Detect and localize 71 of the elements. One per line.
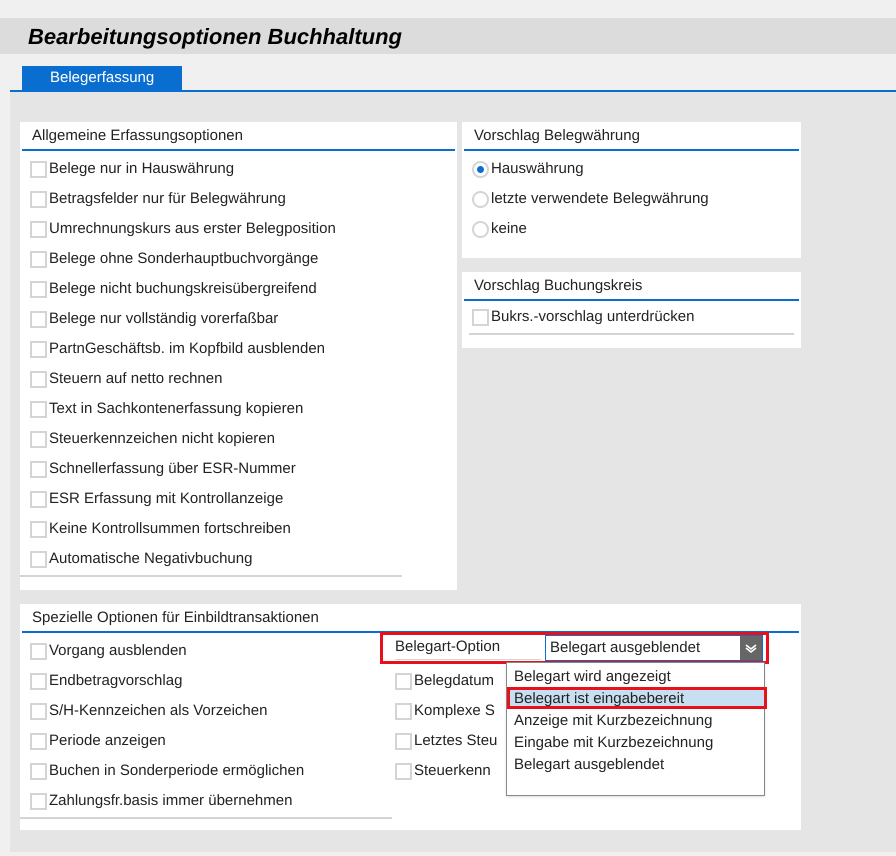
checkbox[interactable]: [30, 371, 47, 388]
checkbox-label: Belegdatum: [414, 671, 494, 692]
checkbox[interactable]: [30, 191, 47, 208]
checkbox[interactable]: [30, 793, 47, 810]
checkbox-label: S/H-Kennzeichen als Vorzeichen: [49, 701, 268, 722]
checkbox-label: Letztes Steu: [414, 731, 498, 752]
checkbox-label: Vorgang ausblenden: [49, 641, 187, 662]
group-title: Vorschlag Belegwährung: [464, 124, 799, 150]
checkbox-label: Belege nicht buchungskreisübergreifend: [49, 279, 317, 300]
checkbox[interactable]: [472, 309, 489, 326]
checkbox[interactable]: [30, 251, 47, 268]
checkbox-label: ESR Erfassung mit Kontrollanzeige: [49, 489, 284, 510]
checkbox[interactable]: [30, 673, 47, 690]
checkbox[interactable]: [30, 311, 47, 328]
checkbox[interactable]: [30, 341, 47, 358]
checkbox[interactable]: [30, 703, 47, 720]
checkbox-label: Umrechnungskurs aus erster Belegposition: [49, 219, 336, 240]
radio-label: keine: [491, 219, 527, 240]
checkbox-label: Steuerkenn: [414, 761, 491, 782]
checkbox[interactable]: [30, 221, 47, 238]
page-title: Bearbeitungsoptionen Buchhaltung: [28, 22, 402, 51]
field-label: Belegart-Option: [395, 636, 541, 660]
checkbox-label: Steuern auf netto rechnen: [49, 369, 222, 390]
chevron-down-icon: [745, 643, 757, 653]
checkbox-label: Komplexe S: [414, 701, 495, 722]
checkbox[interactable]: [30, 551, 47, 568]
checkbox-label: Buchen in Sonderperiode ermöglichen: [49, 761, 304, 782]
checkbox-label: Bukrs.-vorschlag unterdrücken: [491, 307, 694, 328]
radio-button[interactable]: [472, 191, 489, 208]
group-title: Spezielle Optionen für Einbildtransaktionen: [22, 606, 799, 632]
group-title: Allgemeine Erfassungsoptionen: [22, 124, 455, 150]
checkbox[interactable]: [30, 281, 47, 298]
checkbox-label: Zahlungsfr.basis immer übernehmen: [49, 791, 292, 812]
dropdown-field[interactable]: Belegart ausgeblendet: [545, 635, 763, 661]
checkbox-label: Text in Sachkontenerfassung kopieren: [49, 399, 304, 420]
checkbox[interactable]: [395, 763, 412, 780]
radio-label: Hauswährung: [491, 159, 584, 180]
radio-label: letzte verwendete Belegwährung: [491, 189, 709, 210]
checkbox[interactable]: [30, 521, 47, 538]
dropdown-option[interactable]: Belegart ausgeblendet: [507, 753, 764, 775]
checkbox[interactable]: [395, 733, 412, 750]
checkbox-label: Periode anzeigen: [49, 731, 166, 752]
checkbox[interactable]: [30, 401, 47, 418]
checkbox-label: Belege ohne Sonderhauptbuchvorgänge: [49, 249, 318, 270]
checkbox[interactable]: [395, 703, 412, 720]
checkbox-label: PartnGeschäftsb. im Kopfbild ausblenden: [49, 339, 325, 360]
dropdown-option[interactable]: Anzeige mit Kurzbezeichnung: [507, 709, 764, 731]
checkbox[interactable]: [30, 763, 47, 780]
dropdown-option[interactable]: Eingabe mit Kurzbezeichnung: [507, 731, 764, 753]
checkbox[interactable]: [30, 733, 47, 750]
tab[interactable]: Belegerfassung: [22, 66, 182, 90]
checkbox[interactable]: [395, 673, 412, 690]
dropdown-option[interactable]: Belegart wird angezeigt: [507, 665, 764, 687]
checkbox-label: Betragsfelder nur für Belegwährung: [49, 189, 286, 210]
checkbox[interactable]: [30, 431, 47, 448]
checkbox-label: Belege nur vollständig vorerfaßbar: [49, 309, 278, 330]
checkbox[interactable]: [30, 161, 47, 178]
checkbox-label: Schnellerfassung über ESR-Nummer: [49, 459, 296, 480]
radio-button[interactable]: [472, 161, 489, 178]
dropdown-button[interactable]: [740, 636, 762, 660]
dropdown-option[interactable]: Belegart ist eingabebereit: [507, 687, 767, 709]
checkbox-label: Keine Kontrollsummen fortschreiben: [49, 519, 291, 540]
radio-button[interactable]: [472, 221, 489, 238]
checkbox-label: Automatische Negativbuchung: [49, 549, 252, 570]
checkbox[interactable]: [30, 491, 47, 508]
checkbox[interactable]: [30, 643, 47, 660]
checkbox-label: Belege nur in Hauswährung: [49, 159, 234, 180]
checkbox-label: Endbetragvorschlag: [49, 671, 182, 692]
checkbox-label: Steuerkennzeichen nicht kopieren: [49, 429, 275, 450]
group-title: Vorschlag Buchungskreis: [464, 274, 799, 300]
checkbox[interactable]: [30, 461, 47, 478]
